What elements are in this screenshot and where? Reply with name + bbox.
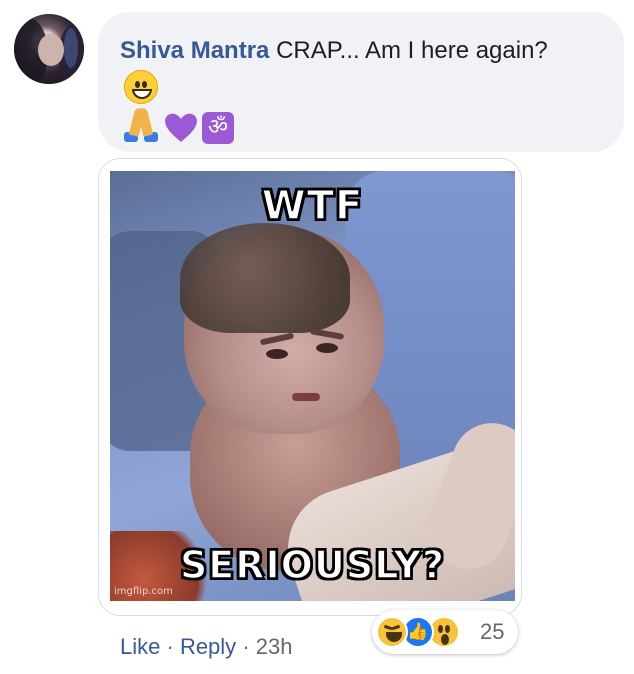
comment-actions: Like · Reply · 23h — [120, 633, 292, 661]
haha-reaction-icon — [376, 616, 408, 648]
comment-line: Shiva Mantra CRAP... Am I here again? — [120, 36, 548, 66]
comment-bubble: Shiva Mantra CRAP... Am I here again? ॐ — [98, 12, 624, 152]
meme-watermark: imgflip.com — [114, 586, 173, 597]
avatar-face — [38, 34, 64, 66]
meme-attachment[interactable]: WTF SERIOUSLY? imgflip.com — [98, 158, 522, 616]
baby-hair — [180, 223, 350, 333]
avatar-highlight — [64, 28, 78, 68]
baby-eye-right — [316, 343, 338, 353]
meme-bottom-caption: SERIOUSLY? — [179, 542, 446, 588]
om-symbol-icon: ॐ — [202, 112, 234, 144]
comment-author-link[interactable]: Shiva Mantra — [120, 37, 269, 64]
reaction-count: 25 — [480, 619, 505, 644]
separator: · — [242, 634, 250, 659]
baby-mouth — [292, 393, 320, 401]
reply-link[interactable]: Reply — [180, 634, 236, 659]
comment-text: CRAP... Am I here again? — [276, 37, 548, 64]
separator: · — [166, 634, 174, 659]
folded-hands-icon — [120, 104, 160, 142]
meme-top-caption: WTF — [261, 182, 364, 230]
comment-timestamp[interactable]: 23h — [256, 634, 293, 659]
meme-image[interactable]: WTF SERIOUSLY? imgflip.com — [110, 171, 515, 601]
reactions-summary[interactable]: 👍 25 — [372, 610, 518, 654]
comment-emojis: ॐ — [120, 70, 250, 144]
grinning-face-icon — [124, 70, 158, 104]
like-link[interactable]: Like — [120, 634, 160, 659]
baby-eye-left — [266, 349, 288, 359]
purple-heart-icon — [165, 113, 197, 142]
author-avatar[interactable] — [14, 14, 84, 84]
